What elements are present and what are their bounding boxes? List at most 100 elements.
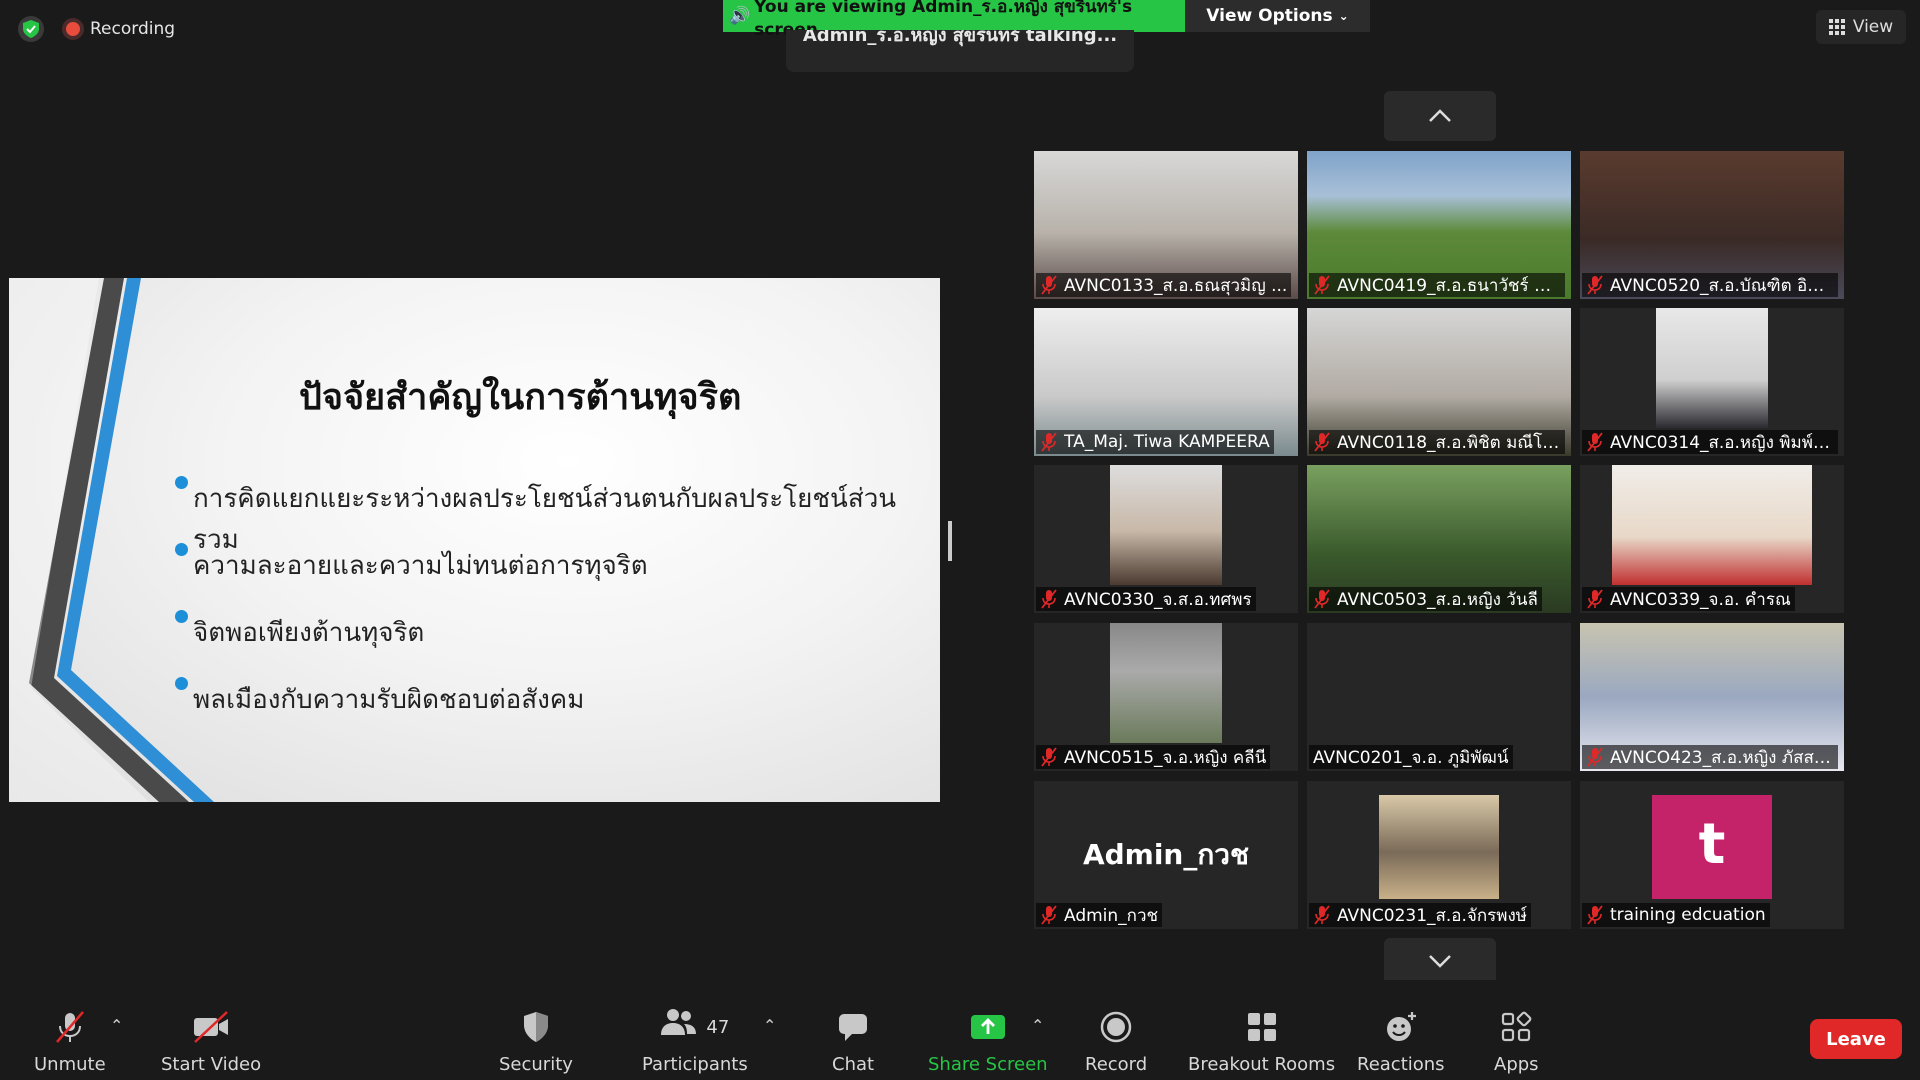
gallery-page-up-button[interactable] [1384,91,1496,141]
slide-bullet: จิตพอเพียงต้านทุจริต [169,610,940,679]
shield-icon [523,1012,548,1042]
audio-options-caret-icon[interactable]: ⌃ [110,1016,123,1035]
bullet-dot-icon [175,610,188,623]
apps-icon [1502,1011,1532,1042]
mic-muted-icon [1314,589,1330,609]
participant-name-label: training edcuation [1582,903,1770,927]
participants-button[interactable]: 47 Participants [642,1009,748,1075]
participant-tile[interactable]: AVNC0133_ส.อ.ธณสุวมิญ ... [1034,151,1298,299]
participant-tile[interactable]: AVNC0314_ส.อ.หญิง พิมพ์ภั... [1580,308,1844,456]
view-button[interactable]: View [1816,10,1906,44]
share-screen-label: Share Screen [928,1054,1048,1075]
participant-video [1110,465,1222,585]
mic-muted-icon [1041,589,1057,609]
participant-name-label: AVNC0314_ส.อ.หญิง พิมพ์ภั... [1582,430,1838,454]
participant-tile[interactable]: AVNC0503_ส.อ.หญิง วันลี [1307,465,1571,613]
mic-muted-icon [1041,432,1057,452]
chat-button[interactable]: Chat [832,1010,874,1075]
participant-name: AVNCO423_ส.อ.หญิง ภัสสร ... [1610,747,1834,768]
participant-name-label: Admin_กวช [1036,903,1163,927]
shared-screen-slide: ปัจจัยสำคัญในการต้านทุจริต การคิดแยกแยะร… [9,278,940,802]
participant-tile[interactable]: t training edcuation [1580,781,1844,929]
participant-video [1612,465,1812,585]
leave-button[interactable]: Leave [1810,1019,1902,1059]
participant-tile[interactable]: AVNC0201_จ.อ. ภูมิพัฒน์ [1307,623,1571,771]
participant-video [1379,795,1499,899]
mic-muted-icon [1314,275,1330,295]
chevron-down-icon: ⌄ [1338,9,1349,23]
mic-muted-icon [55,1011,84,1043]
participant-name-label: AVNC0520_ส.อ.บัณฑิต อิน... [1582,273,1838,297]
breakout-rooms-button[interactable]: Breakout Rooms [1188,1010,1335,1075]
participant-tile[interactable]: TA_Maj. Tiwa KAMPEERA [1034,308,1298,456]
participant-tile[interactable]: AVNC0231_ส.อ.จักรพงษ์ [1307,781,1571,929]
participant-name: Admin_กวช [1064,905,1159,926]
viewing-banner: 🔊 You are viewing Admin_ร.อ.หญิง สุขรินท… [723,0,1185,40]
participant-name-label: AVNC0339_จ.อ. คำรณ [1582,587,1795,611]
participant-name-label: AVNC0201_จ.อ. ภูมิพัฒน์ [1309,745,1513,769]
record-icon [1100,1011,1132,1043]
participant-name: AVNC0339_จ.อ. คำรณ [1610,589,1791,610]
slide-bullet: พลเมืองกับความรับผิดชอบต่อสังคม [169,677,940,746]
top-bar: Recording 🔊 You are viewing Admin_ร.อ.หญ… [0,0,1920,72]
bullet-text: พลเมืองกับความรับผิดชอบต่อสังคม [193,685,585,715]
record-label: Record [1085,1054,1148,1075]
participant-video [1110,623,1222,743]
participant-name-label: AVNC0133_ส.อ.ธณสุวมิญ ... [1036,273,1292,297]
participant-tile[interactable]: AVNC0515_จ.อ.หญิง คลีนี [1034,623,1298,771]
participant-name: AVNC0133_ส.อ.ธณสุวมิญ ... [1064,275,1288,296]
mic-muted-icon [1587,432,1603,452]
mic-muted-icon [1041,905,1057,925]
grid-icon [1828,19,1845,35]
chat-icon [839,1014,868,1041]
security-button[interactable]: Security [499,1010,573,1075]
participant-tile[interactable]: AVNC0520_ส.อ.บัณฑิต อิน... [1580,151,1844,299]
mic-muted-icon [1041,747,1057,767]
share-options-caret-icon[interactable]: ⌃ [1031,1016,1044,1035]
apps-button[interactable]: Apps [1494,1010,1539,1075]
participant-tile[interactable]: AVNC0330_จ.ส.อ.ทศพร [1034,465,1298,613]
participant-tile[interactable]: AVNC0419_ส.อ.ธนาวัชร์ ชูช... [1307,151,1571,299]
participant-name: training edcuation [1610,905,1766,925]
slide-bullet: ความละอายและความไม่ทนต่อการทุจริต [169,543,940,612]
mic-muted-icon [1587,905,1603,925]
share-screen-icon [970,1015,1005,1039]
participant-name: AVNC0314_ส.อ.หญิง พิมพ์ภั... [1610,432,1834,453]
participant-tile[interactable]: AVNC0339_จ.อ. คำรณ [1580,465,1844,613]
recording-indicator[interactable]: Recording [66,16,175,42]
reactions-button[interactable]: Reactions [1357,1010,1445,1075]
participants-options-caret-icon[interactable]: ⌃ [763,1016,776,1035]
chevron-down-icon [1429,955,1451,968]
participant-tile[interactable]: AVNC0118_ส.อ.พิชิต มณีโชติ [1307,308,1571,456]
bullet-text: จิตพอเพียงต้านทุจริต [193,618,425,648]
slide-title: ปัจจัยสำคัญในการต้านทุจริต [299,376,742,418]
unmute-label: Unmute [34,1054,106,1075]
record-button[interactable]: Record [1085,1010,1147,1075]
participant-name: AVNC0515_จ.อ.หญิง คลีนี [1064,747,1267,768]
start-video-button[interactable]: Start Video [161,1010,261,1075]
bullet-dot-icon [175,543,188,556]
participants-icon [661,1009,697,1035]
unmute-button[interactable]: Unmute [34,1010,106,1075]
split-resize-handle[interactable] [948,521,952,561]
mic-muted-icon [1041,275,1057,295]
chevron-up-icon [1429,109,1451,122]
chat-label: Chat [832,1054,875,1075]
slide-bullets: การคิดแยกแยะระหว่างผลประโยชน์ส่วนตนกับผล… [169,476,940,746]
participant-name: TA_Maj. Tiwa KAMPEERA [1064,432,1270,452]
shield-check-icon[interactable] [18,16,44,42]
participant-tile[interactable]: Admin_กวช Admin_กวช [1034,781,1298,929]
mic-muted-icon [1587,275,1603,295]
reactions-label: Reactions [1357,1054,1445,1075]
breakout-rooms-icon [1247,1013,1276,1041]
share-screen-button[interactable]: Share Screen [928,1010,1048,1075]
bullet-text: ความละอายและความไม่ทนต่อการทุจริต [193,551,648,581]
reactions-icon [1386,1012,1416,1041]
view-options-button[interactable]: View Options ⌄ [1185,0,1370,32]
mic-muted-icon [1587,589,1603,609]
apps-label: Apps [1494,1054,1539,1075]
participant-video [1656,308,1768,428]
participant-tile[interactable]: AVNCO423_ส.อ.หญิง ภัสสร ... [1580,623,1844,771]
participant-name-label: AVNC0118_ส.อ.พิชิต มณีโชติ [1309,430,1565,454]
participant-name-label: AVNCO423_ส.อ.หญิง ภัสสร ... [1582,745,1838,769]
